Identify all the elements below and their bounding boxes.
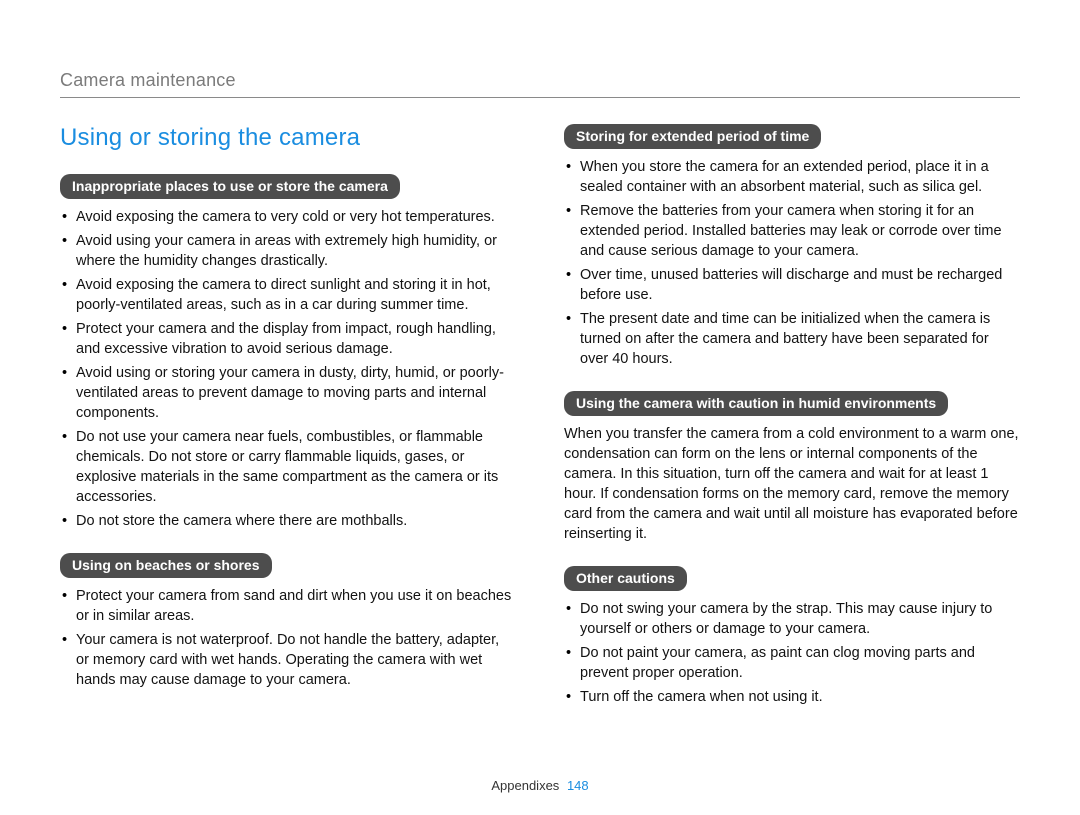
list-item: Over time, unused batteries will dischar… — [566, 265, 1020, 305]
list-item: Do not swing your camera by the strap. T… — [566, 599, 1020, 639]
list-item: Avoid exposing the camera to direct sunl… — [62, 275, 516, 315]
list-item: Remove the batteries from your camera wh… — [566, 201, 1020, 261]
content-columns: Using or storing the camera Inappropriat… — [60, 120, 1020, 725]
divider — [60, 97, 1020, 98]
list-item: Avoid using your camera in areas with ex… — [62, 231, 516, 271]
list-item: Protect your camera from sand and dirt w… — [62, 586, 516, 626]
footer-page-number: 148 — [567, 778, 589, 793]
para-humid-environments: When you transfer the camera from a cold… — [564, 424, 1020, 544]
subhead-storing-extended: Storing for extended period of time — [564, 124, 821, 149]
left-column: Using or storing the camera Inappropriat… — [60, 120, 516, 725]
list-item: When you store the camera for an extende… — [566, 157, 1020, 197]
manual-page: Camera maintenance Using or storing the … — [0, 0, 1080, 815]
right-column: Storing for extended period of time When… — [564, 120, 1020, 725]
footer-section: Appendixes — [491, 778, 559, 793]
list-inappropriate-places: Avoid exposing the camera to very cold o… — [60, 207, 516, 531]
list-item: Avoid using or storing your camera in du… — [62, 363, 516, 423]
list-item: Turn off the camera when not using it. — [566, 687, 1020, 707]
list-item: Do not paint your camera, as paint can c… — [566, 643, 1020, 683]
list-beaches-shores: Protect your camera from sand and dirt w… — [60, 586, 516, 690]
subhead-humid-environments: Using the camera with caution in humid e… — [564, 391, 948, 416]
list-storing-extended: When you store the camera for an extende… — [564, 157, 1020, 369]
list-other-cautions: Do not swing your camera by the strap. T… — [564, 599, 1020, 707]
list-item: Do not use your camera near fuels, combu… — [62, 427, 516, 507]
breadcrumb: Camera maintenance — [60, 70, 1020, 91]
list-item: Do not store the camera where there are … — [62, 511, 516, 531]
subhead-other-cautions: Other cautions — [564, 566, 687, 591]
list-item: Your camera is not waterproof. Do not ha… — [62, 630, 516, 690]
list-item: Protect your camera and the display from… — [62, 319, 516, 359]
page-title: Using or storing the camera — [60, 124, 516, 152]
list-item: The present date and time can be initial… — [566, 309, 1020, 369]
subhead-inappropriate-places: Inappropriate places to use or store the… — [60, 174, 400, 199]
page-footer: Appendixes 148 — [0, 778, 1080, 793]
subhead-beaches-shores: Using on beaches or shores — [60, 553, 272, 578]
list-item: Avoid exposing the camera to very cold o… — [62, 207, 516, 227]
